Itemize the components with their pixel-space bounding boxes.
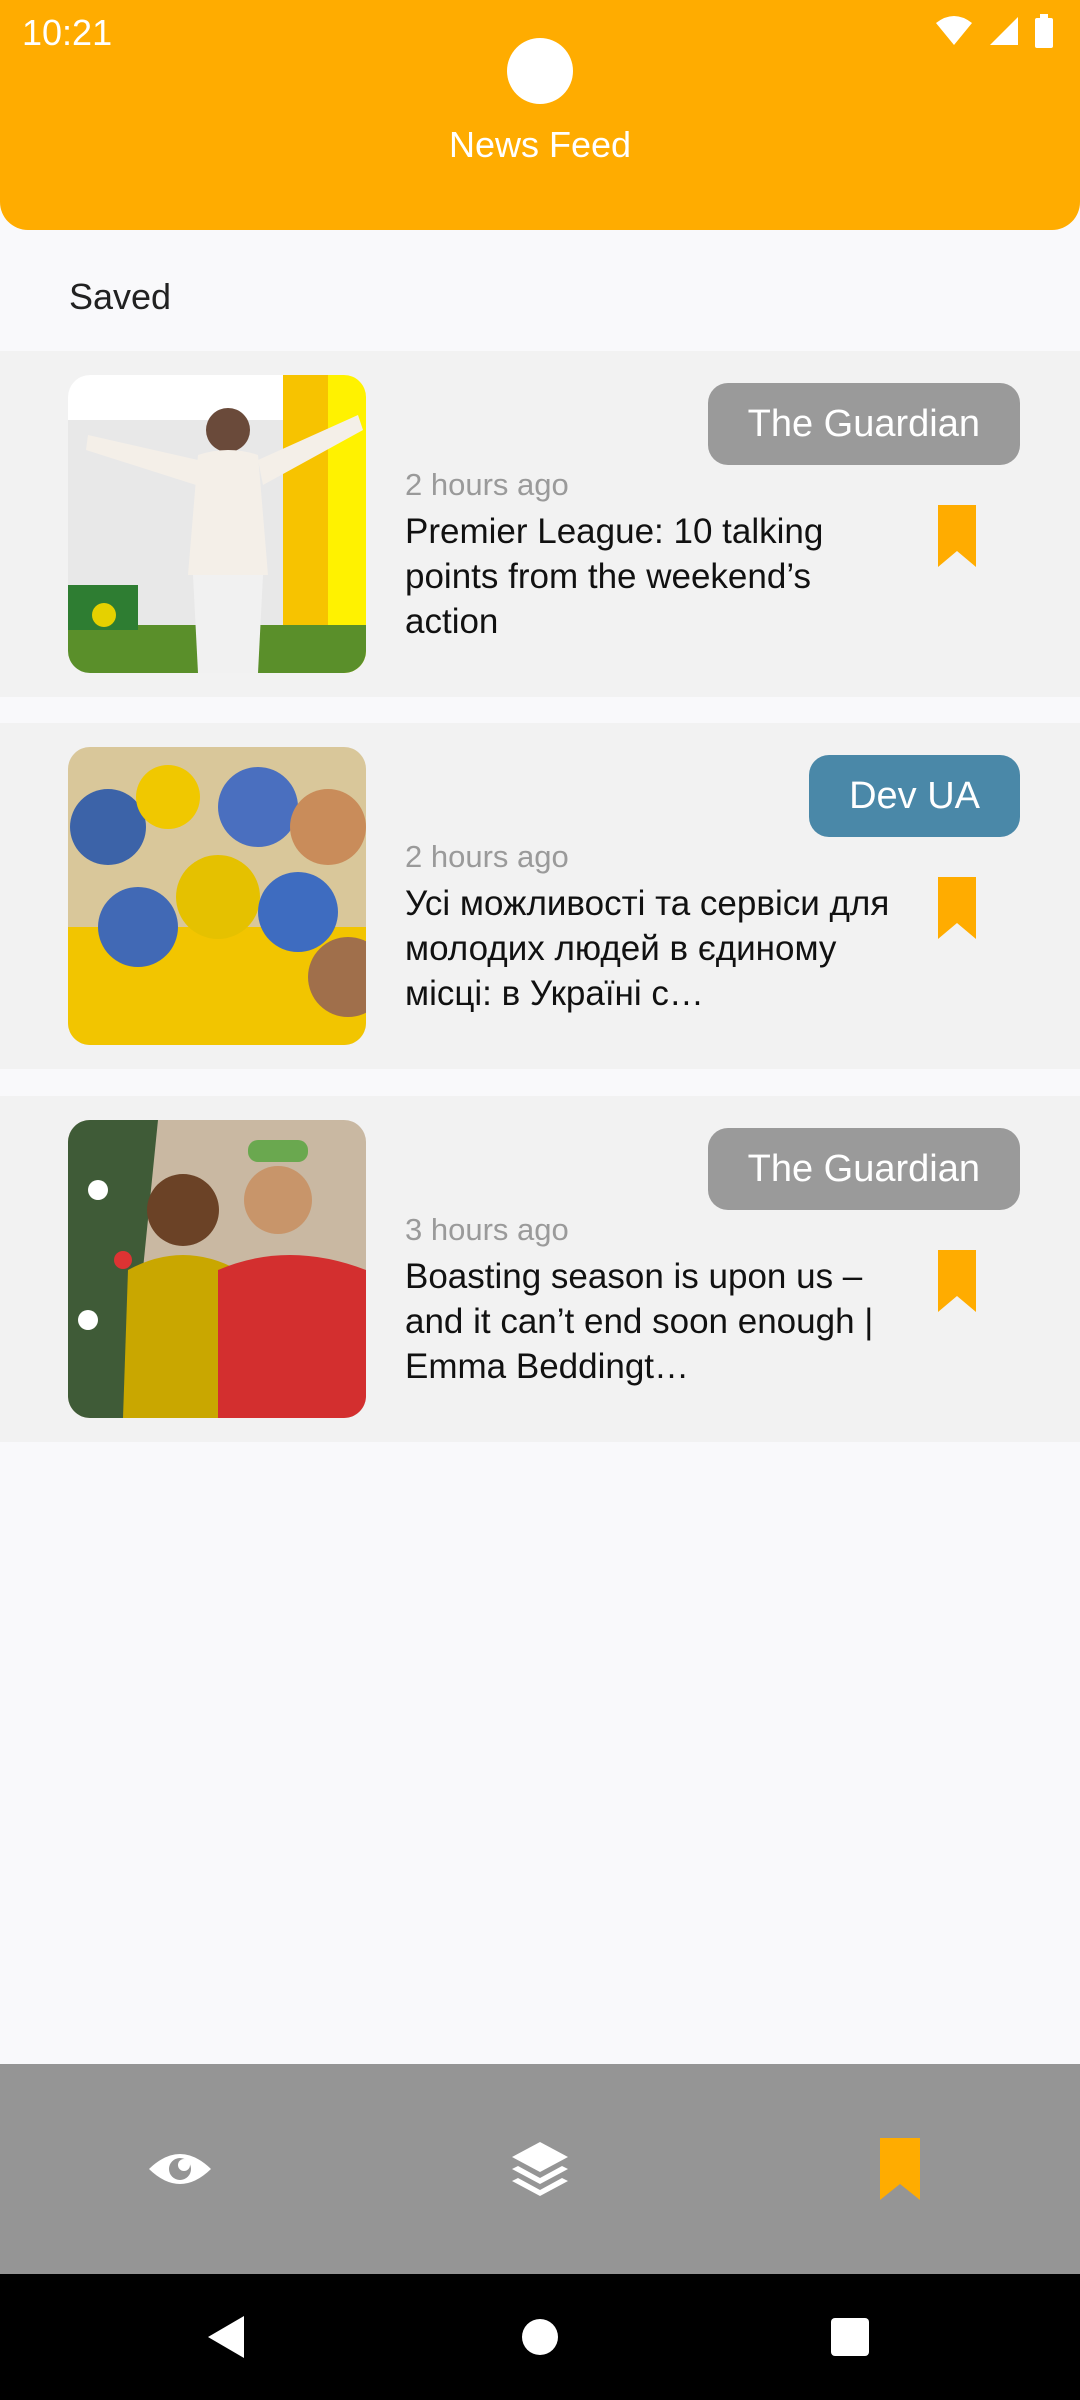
recents-button[interactable] bbox=[790, 2274, 910, 2400]
article-card[interactable]: Dev UA 2 hours ago Усі можливості та сер… bbox=[0, 723, 1080, 1069]
nav-item-categories[interactable] bbox=[360, 2064, 720, 2274]
nav-item-saved[interactable] bbox=[720, 2064, 1080, 2274]
page-title: News Feed bbox=[448, 124, 632, 165]
article-title: Boasting season is upon us – and it can’… bbox=[405, 1257, 874, 1386]
article-thumbnail bbox=[68, 747, 366, 1045]
header-logo-circle bbox=[507, 38, 573, 104]
back-button[interactable] bbox=[166, 2274, 286, 2400]
recents-icon bbox=[831, 2318, 869, 2356]
bottom-navigation bbox=[0, 2064, 1080, 2274]
eye-icon bbox=[149, 2154, 211, 2184]
status-icons bbox=[934, 14, 1054, 48]
section-title: Saved bbox=[69, 276, 172, 317]
bookmark-icon[interactable] bbox=[936, 875, 978, 941]
source-badge: The Guardian bbox=[707, 383, 1020, 465]
article-card[interactable]: The Guardian 2 hours ago Premier League:… bbox=[0, 351, 1080, 697]
wifi-icon bbox=[936, 16, 972, 45]
app-header: 10:21 News Feed bbox=[0, 0, 1080, 230]
home-icon bbox=[522, 2319, 558, 2355]
article-time: 2 hours ago bbox=[405, 467, 569, 502]
bookmark-icon[interactable] bbox=[936, 1248, 978, 1314]
article-card[interactable]: The Guardian 3 hours ago Boasting season… bbox=[0, 1096, 1080, 1442]
signal-icon bbox=[990, 17, 1018, 45]
article-thumbnail bbox=[68, 1120, 366, 1418]
article-title: Premier League: 10 talking points from t… bbox=[405, 512, 824, 641]
nav-item-feed[interactable] bbox=[0, 2064, 360, 2274]
article-thumbnail bbox=[68, 375, 366, 673]
article-time: 2 hours ago bbox=[405, 839, 569, 874]
status-time: 10:21 bbox=[22, 12, 113, 53]
bookmark-icon[interactable] bbox=[936, 503, 978, 569]
article-time: 3 hours ago bbox=[405, 1212, 569, 1247]
home-button[interactable] bbox=[480, 2274, 600, 2400]
layers-icon bbox=[512, 2142, 568, 2196]
article-title: Усі можливості та сервіси для молодих лю… bbox=[405, 884, 890, 1013]
battery-icon bbox=[1035, 14, 1053, 48]
back-icon bbox=[208, 2316, 244, 2358]
source-badge: The Guardian bbox=[707, 1128, 1020, 1210]
source-badge: Dev UA bbox=[809, 755, 1020, 837]
system-navigation-bar bbox=[0, 2274, 1080, 2400]
bookmark-icon bbox=[880, 2138, 920, 2200]
